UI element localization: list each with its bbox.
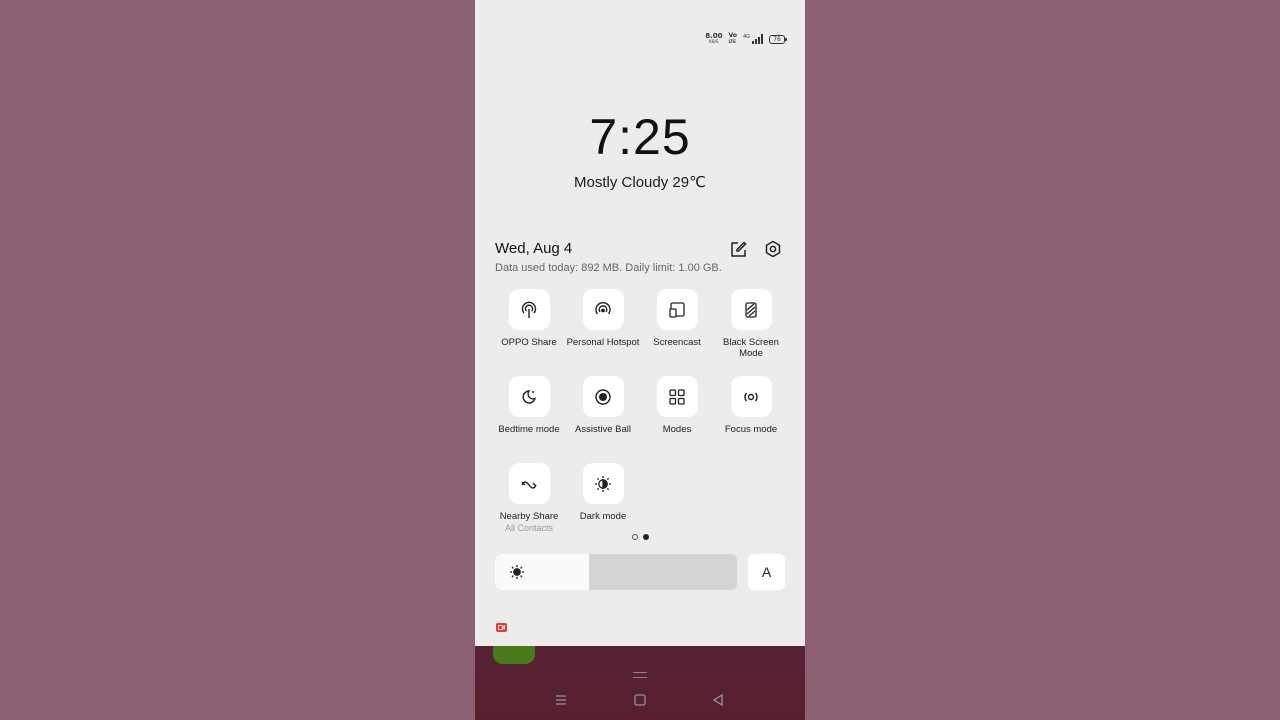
network-type: 4G bbox=[742, 34, 750, 40]
phone-screen: 8.00 KB/S Vo LTE 4G 76 7:25 Mostly Cloud… bbox=[475, 0, 805, 720]
screen-record-icon[interactable] bbox=[496, 623, 507, 632]
tile-label: OPPO Share bbox=[501, 337, 557, 348]
tile-personal-hotspot[interactable]: Personal Hotspot bbox=[566, 289, 640, 348]
oppo-share-icon bbox=[521, 301, 537, 318]
weather-summary: Mostly Cloudy 29℃ bbox=[574, 174, 706, 191]
status-bar: 8.00 KB/S Vo LTE 4G 76 bbox=[705, 32, 787, 46]
tile-modes[interactable]: Modes bbox=[640, 376, 714, 435]
bedtime-mode-button[interactable] bbox=[508, 376, 550, 417]
network-speed: 8.00 KB/S bbox=[705, 33, 722, 45]
recents-icon[interactable] bbox=[553, 692, 569, 708]
hotspot-icon bbox=[595, 301, 611, 314]
tile-nearby-share[interactable]: Nearby Share All Contacts bbox=[492, 463, 566, 534]
page-indicator bbox=[475, 534, 805, 540]
settings-gear-icon[interactable] bbox=[763, 239, 783, 259]
battery-icon: 76 bbox=[769, 34, 787, 44]
focus-mode-icon bbox=[744, 392, 758, 401]
bedtime-moon-icon bbox=[522, 389, 537, 404]
tile-black-screen-mode[interactable]: Black Screen Mode bbox=[714, 289, 788, 359]
tile-sublabel: All Contacts bbox=[504, 523, 554, 533]
panel-drag-handle[interactable] bbox=[633, 672, 647, 678]
tile-assistive-ball[interactable]: Assistive Ball bbox=[566, 376, 640, 435]
page-dot-active[interactable] bbox=[642, 534, 649, 540]
volte-bottom: LTE bbox=[728, 39, 736, 44]
tile-label: Dark mode bbox=[579, 511, 627, 522]
battery-level: 76 bbox=[773, 35, 781, 43]
page-dot[interactable] bbox=[631, 534, 638, 540]
brightness-sun-icon bbox=[510, 565, 524, 579]
black-screen-mode-button[interactable] bbox=[730, 289, 772, 330]
network-speed-unit: KB/S bbox=[709, 39, 719, 44]
focus-mode-button[interactable] bbox=[730, 376, 772, 417]
home-icon[interactable] bbox=[632, 692, 648, 708]
tile-screencast[interactable]: Screencast bbox=[640, 289, 714, 348]
tile-label: Modes bbox=[662, 424, 692, 435]
date-label: Wed, Aug 4 bbox=[495, 240, 573, 257]
black-screen-icon bbox=[745, 301, 757, 318]
modes-grid-icon bbox=[669, 388, 685, 405]
signal-icon: 4G bbox=[743, 34, 763, 44]
navigation-bar bbox=[475, 688, 805, 712]
nearby-share-button[interactable] bbox=[508, 463, 550, 504]
tile-dark-mode[interactable]: Dark mode bbox=[566, 463, 640, 522]
tile-label: Personal Hotspot bbox=[566, 337, 640, 348]
edit-icon[interactable] bbox=[728, 239, 748, 259]
assistive-ball-button[interactable] bbox=[582, 376, 624, 417]
screencast-icon bbox=[669, 301, 685, 318]
tile-oppo-share[interactable]: OPPO Share bbox=[492, 289, 566, 348]
back-icon[interactable] bbox=[710, 692, 726, 708]
data-usage-text: Data used today: 892 MB. Daily limit: 1.… bbox=[495, 262, 722, 274]
tile-label: Focus mode bbox=[724, 424, 778, 435]
phone-app-icon[interactable] bbox=[493, 646, 535, 664]
tile-label: Assistive Ball bbox=[575, 424, 631, 435]
clock-time: 7:25 bbox=[589, 109, 691, 165]
auto-brightness-button[interactable]: A bbox=[748, 554, 785, 590]
dark-mode-button[interactable] bbox=[582, 463, 624, 504]
dark-mode-icon bbox=[595, 475, 611, 492]
brightness-slider[interactable] bbox=[495, 554, 737, 590]
tile-label: Screencast bbox=[653, 337, 701, 348]
volte-icon: Vo LTE bbox=[729, 33, 737, 45]
assistive-ball-icon bbox=[595, 388, 611, 405]
tile-label: Bedtime mode bbox=[498, 424, 560, 435]
personal-hotspot-button[interactable] bbox=[582, 289, 624, 330]
tile-bedtime-mode[interactable]: Bedtime mode bbox=[492, 376, 566, 435]
nearby-share-icon bbox=[521, 480, 537, 489]
tile-label: Nearby Share bbox=[499, 511, 559, 522]
oppo-share-button[interactable] bbox=[508, 289, 550, 330]
tile-label: Black Screen Mode bbox=[723, 337, 779, 359]
notification-shade: 8.00 KB/S Vo LTE 4G 76 7:25 Mostly Cloud… bbox=[475, 0, 805, 646]
modes-button[interactable] bbox=[656, 376, 698, 417]
tile-focus-mode[interactable]: Focus mode bbox=[714, 376, 788, 435]
screencast-button[interactable] bbox=[656, 289, 698, 330]
